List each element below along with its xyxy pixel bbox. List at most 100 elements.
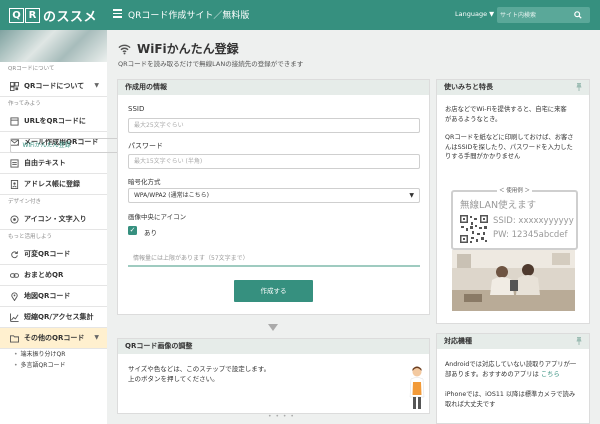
devices-p1-line-2: 部あります。おすすめのアプリは [445, 370, 539, 378]
usage-p2-line-3: りする手間がかかりません [445, 153, 521, 160]
sidebar-item-text[interactable]: 自由テキスト [0, 153, 107, 174]
icon-checkbox[interactable]: ✓ [128, 226, 137, 235]
sidebar-item-label: 自由テキスト [24, 159, 66, 167]
devices-card: 対応機種 Androidでは対応していない読取りアプリが一 部あります。おすすめ… [436, 333, 590, 424]
chevron-down-icon: ▼ [409, 192, 414, 199]
app-link[interactable]: こちら [541, 371, 560, 378]
folder-icon [10, 334, 19, 343]
sample-line-3: PW: 12345abcdef [493, 230, 568, 240]
sidebar-item-bundle[interactable]: おまとめQR [0, 265, 107, 286]
sidebar-item-url[interactable]: URLをQRコードに [0, 111, 107, 132]
encryption-label: 暗号化方式 [128, 178, 161, 186]
usage-card-title: 使いみちと特長 [444, 83, 493, 91]
encryption-value: WPA/WPA2 (通常はこちら) [134, 192, 209, 199]
sidebar-item-label: 地図QRコード [24, 292, 71, 300]
step-arrow-icon [268, 324, 278, 331]
pin-icon [576, 337, 582, 345]
search-input[interactable] [500, 9, 570, 21]
usage-p2-line-1: QRコードを紙などに印刷しておけば、お客さ [445, 134, 574, 141]
form-card-header: 作成用の情報 [118, 80, 429, 95]
ssid-input[interactable]: 最大25文字ぐらい [128, 118, 420, 133]
adjust-card-header: QRコード画像の調整 [118, 339, 429, 354]
site-title[interactable]: QRコード作成サイト／無料版 [128, 8, 249, 21]
url-icon [10, 116, 19, 126]
chevron-down-icon: ▼ [94, 334, 99, 341]
adjust-line-1: サイズや色などは、このステップで設定します。 [128, 365, 271, 373]
chart-icon [10, 312, 19, 322]
customers-photo [452, 250, 575, 311]
text-icon [10, 158, 19, 168]
language-selector[interactable]: Language ▼ [455, 10, 494, 18]
sidebar-section-make: 作ってみよう [8, 101, 41, 107]
adjust-card: QRコード画像の調整 サイズや色などは、このステップで設定します。 上のボタンを… [117, 338, 430, 414]
page-title-text: WiFiかんたん登録 [137, 42, 239, 56]
password-input[interactable]: 最大15文字ぐらい (半角) [128, 154, 420, 169]
devices-paragraph-1: Androidでは対応していない読取りアプリが一 部あります。おすすめのアプリは… [445, 360, 585, 379]
chevron-down-icon: ▼ [94, 82, 99, 89]
sidebar-item-other[interactable]: その他のQRコード ▼ [0, 328, 107, 349]
logo-q: Q [9, 8, 24, 23]
encryption-select[interactable]: WPA/WPA2 (通常はこちら) ▼ [128, 188, 420, 203]
devices-p1-line-1: Androidでは対応していない読取りアプリが一 [445, 361, 577, 368]
sidebar-item-label: QRコードについて [24, 82, 85, 90]
sidebar-section-more: もっと活用しよう [8, 234, 53, 240]
usage-example: ＜ 使用例 ＞ 無線LAN使えます SSID: xxxxxyyyyyy PW: … [451, 186, 578, 255]
sidebar-item-analytics[interactable]: 短縮QR/アクセス集計 [0, 307, 107, 328]
sidebar-item-label: アドレス帳に登録 [24, 180, 80, 188]
sidebar-item-label: その他のQRコード [24, 334, 85, 342]
sidebar-item-label: 短縮QR/アクセス集計 [24, 313, 94, 321]
capacity-info: 情報量には上限があります（57文字まで） [128, 252, 420, 267]
sidebar-section-design: デザイン付き [8, 199, 42, 205]
sidebar-item-icon-text[interactable]: アイコン・文字入り [0, 209, 107, 230]
person-illustration [409, 366, 425, 409]
ssid-label: SSID [128, 105, 145, 113]
usage-card: 使いみちと特長 お店などでWi-Fiを提供すると、自宅に来客 があるようなとき。… [436, 79, 590, 324]
more-dots: • • • • [268, 413, 295, 420]
search-icon[interactable] [574, 11, 582, 19]
sidebar-item-map[interactable]: 地図QRコード [0, 286, 107, 307]
devices-p2-line-2: 取れば大丈夫です [445, 400, 496, 408]
devices-card-header: 対応機種 [437, 334, 589, 349]
sidebar: QRコードについて QRコードについて ▼ 作ってみよう URLをQRコードに … [0, 30, 302, 424]
search-box [497, 7, 590, 23]
page-description: QRコードを読み取るだけで無線LANの接続先の登録ができます [118, 60, 304, 68]
adjust-line-2: 上のボタンを押してください。 [128, 374, 219, 383]
usage-p1-line-2: があるようなとき。 [445, 115, 502, 123]
usage-p1-line-1: お店などでWi-Fiを提供すると、自宅に来客 [445, 106, 567, 113]
sidebar-section-about: QRコードについて [8, 66, 55, 72]
sidebar-item-label: 可変QRコード [24, 250, 71, 258]
pin-icon [576, 83, 582, 91]
sample-line-1: 無線LAN使えます [460, 200, 537, 211]
logo-r: R [25, 8, 40, 23]
sidebar-item-label: アイコン・文字入り [24, 215, 87, 223]
icon-checkbox-label: あり [144, 229, 157, 237]
sidebar-item-variable[interactable]: 可変QRコード [0, 244, 107, 265]
page-title: WiFiかんたん登録 [118, 40, 239, 57]
adjust-description: サイズや色などは、このステップで設定します。 上のボタンを押してください。 [128, 365, 270, 384]
qr-code-image [459, 214, 489, 244]
create-button[interactable]: 作成する [234, 280, 313, 302]
example-label: ＜ 使用例 ＞ [497, 186, 532, 194]
icon-text-icon [10, 214, 19, 224]
usage-paragraph-1: お店などでWi-Fiを提供すると、自宅に来客 があるようなとき。 [445, 105, 585, 124]
password-label: パスワード [128, 142, 163, 150]
map-pin-icon [11, 291, 18, 301]
sidebar-item-about[interactable]: QRコードについて ▼ [0, 76, 107, 97]
sample-line-2: SSID: xxxxxyyyyyy [493, 216, 574, 226]
sidebar-subitem-multilang[interactable]: 多言語QRコード [0, 360, 107, 371]
sidebar-item-address[interactable]: アドレス帳に登録 [0, 174, 107, 195]
menu-icon[interactable] [113, 9, 122, 18]
form-card: 作成用の情報 SSID 最大25文字ぐらい パスワード 最大15文字ぐらい (半… [117, 79, 430, 315]
link-icon [10, 272, 19, 278]
top-header: Q R のススメ QRコード作成サイト／無料版 Language ▼ [0, 0, 600, 30]
sidebar-item-label: URLをQRコードに [24, 117, 86, 125]
icon-option-label: 画像中央にアイコン [128, 213, 187, 221]
devices-p2-line-1: iPhoneでは、iOS11 以降は標準カメラで読み [445, 391, 576, 398]
sidebar-item-label: おまとめQR [24, 271, 64, 279]
site-logo[interactable]: Q R のススメ [9, 7, 97, 25]
usage-paragraph-2: QRコードを紙などに印刷しておけば、お客さ んはSSIDを探したり、パスワードを… [445, 133, 585, 162]
qr-icon [10, 81, 19, 91]
sidebar-subitem-device[interactable]: 端末振り分けQR [0, 349, 107, 360]
usage-card-header: 使いみちと特長 [437, 80, 589, 95]
devices-card-title: 対応機種 [444, 337, 472, 345]
